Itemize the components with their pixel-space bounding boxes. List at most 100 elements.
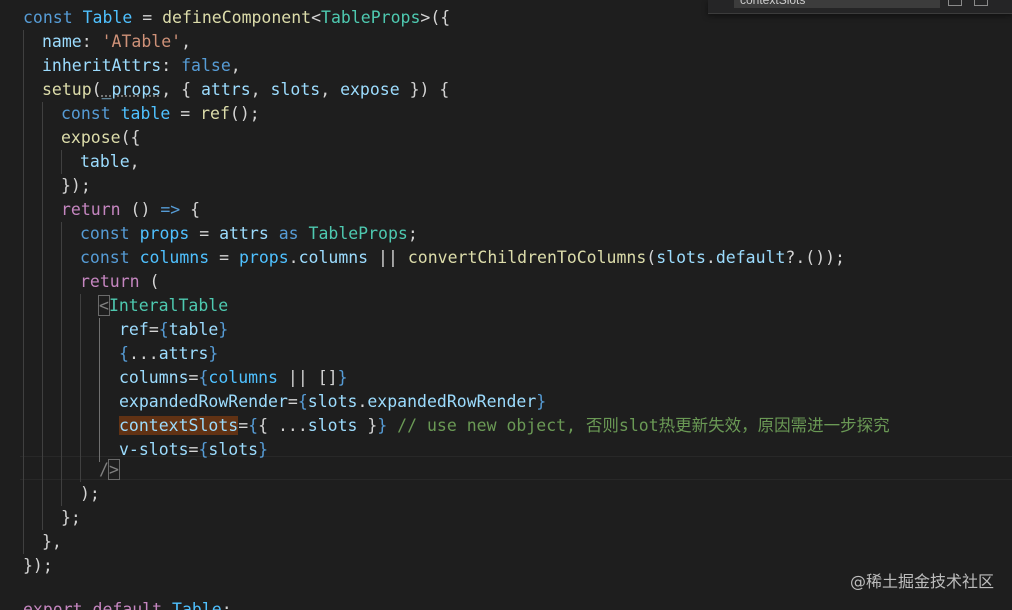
token: >({ (420, 8, 451, 27)
code-line-7[interactable]: table, (0, 150, 1012, 174)
indent-guide (42, 366, 43, 390)
indent-guide (23, 458, 24, 482)
code-line-15[interactable]: {...attrs} (0, 342, 1012, 366)
token: = (132, 8, 163, 27)
code-line-13[interactable]: <InteralTable (0, 294, 1012, 318)
code-line-4[interactable]: setup(_props, { attrs, slots, expose }) … (0, 78, 1012, 102)
indent-guide (61, 150, 62, 174)
indent-guide (23, 78, 24, 102)
code-line-2[interactable]: name: 'ATable', (0, 30, 1012, 54)
token: { (297, 392, 308, 411)
code-line-1[interactable]: const Table = defineComponent<TableProps… (0, 6, 1012, 30)
token: _props (101, 80, 162, 99)
indent-guide (42, 318, 43, 342)
token: expandedRowRender (119, 392, 288, 411)
indent-guide (23, 174, 24, 198)
indent-guide (99, 414, 100, 438)
code-line-12[interactable]: return ( (0, 270, 1012, 294)
token: () (120, 200, 161, 219)
token: , { (161, 80, 201, 99)
indent-guide (42, 246, 43, 270)
token: slots (307, 392, 358, 411)
token: columns (208, 368, 278, 387)
indent-guide (80, 318, 81, 342)
token: ( (139, 272, 160, 291)
indent-guide (99, 342, 100, 366)
token: table (168, 320, 219, 339)
token: expose (61, 128, 121, 147)
token: } (377, 416, 388, 435)
token: expandedRowRender (367, 392, 537, 411)
token: ref (119, 320, 149, 339)
token: : (81, 32, 102, 51)
token: = (188, 440, 199, 459)
indent-guide (61, 366, 62, 390)
indent-guide (23, 294, 24, 318)
indent-guide (61, 318, 62, 342)
indent-guide (42, 506, 43, 530)
token: as (268, 224, 309, 243)
token: const (80, 224, 140, 243)
token: props (238, 248, 289, 267)
token: const (80, 248, 140, 267)
token: columns (139, 248, 210, 267)
token: , (320, 80, 341, 99)
token: , (181, 32, 192, 51)
indent-guide (80, 458, 81, 482)
indent-guide (23, 390, 24, 414)
token: = (209, 248, 239, 267)
indent-guide (80, 366, 81, 390)
token: . (357, 392, 368, 411)
code-line-18[interactable]: contextSlots={{ ...slots }} // use new o… (0, 414, 1012, 438)
token: expose (340, 80, 400, 99)
token: = (189, 224, 220, 243)
token: InteralTable (108, 296, 229, 315)
token: || (277, 368, 318, 387)
code-line-6[interactable]: expose({ (0, 126, 1012, 150)
token: ( (91, 80, 102, 99)
code-line-23[interactable]: }, (0, 530, 1012, 554)
code-line-11[interactable]: const columns = props.columns || convert… (0, 246, 1012, 270)
code-line-17[interactable]: expandedRowRender={slots.expandedRowRend… (0, 390, 1012, 414)
token: return (61, 200, 121, 219)
token: = (170, 104, 201, 123)
indent-guide (23, 102, 24, 126)
code-line-22[interactable]: }; (0, 506, 1012, 530)
token: }); (61, 176, 91, 195)
comment: // use new object, 否则slot热更新失效，原因需进一步探究 (387, 416, 890, 435)
token: = (188, 368, 199, 387)
code-line-16[interactable]: columns={columns || []} (0, 366, 1012, 390)
token: slots (656, 248, 706, 267)
code-line-20[interactable]: /> (0, 458, 1012, 482)
token: return (80, 272, 140, 291)
token: = (238, 416, 249, 435)
code-line-3[interactable]: inheritAttrs: false, (0, 54, 1012, 78)
token: } (208, 344, 219, 363)
indent-guide (42, 174, 43, 198)
token: convertChildrenToColumns (407, 248, 647, 267)
indent-guide (99, 390, 100, 414)
indent-guide (61, 414, 62, 438)
token: attrs (158, 344, 209, 363)
token: { (180, 200, 201, 219)
code-line-25[interactable]: export default Table; (0, 598, 232, 610)
search-match: contextSlots (119, 416, 239, 435)
code-line-9[interactable]: return () => { (0, 198, 1012, 222)
token: name (42, 32, 82, 51)
code-line-5[interactable]: const table = ref(); (0, 102, 1012, 126)
token: < (311, 8, 322, 27)
token: columns (119, 368, 189, 387)
code-editor[interactable]: contextSlots const Table = defineCompone… (0, 0, 1012, 610)
token: { ... (258, 416, 308, 435)
indent-guide (80, 390, 81, 414)
token: { (119, 344, 129, 363)
token: slots (270, 80, 321, 99)
code-line-10[interactable]: const props = attrs as TableProps; (0, 222, 1012, 246)
code-line-14[interactable]: ref={table} (0, 318, 1012, 342)
token: Table (172, 600, 222, 610)
code-line-21[interactable]: ); (0, 482, 1012, 506)
indent-guide (23, 366, 24, 390)
token: } (337, 368, 348, 387)
indent-guide (23, 54, 24, 78)
code-line-8[interactable]: }); (0, 174, 1012, 198)
